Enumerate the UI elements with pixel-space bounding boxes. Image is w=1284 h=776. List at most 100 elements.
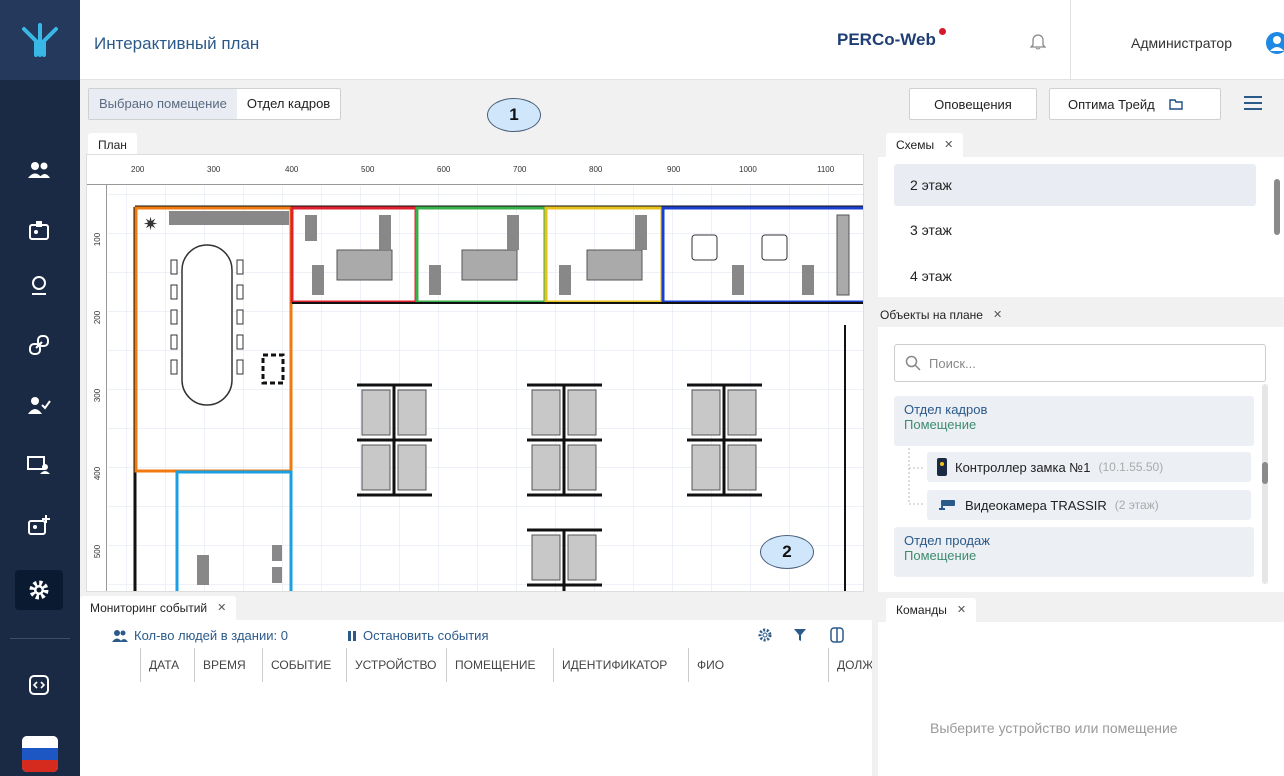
tab-monitoring[interactable]: Мониторинг событий ✕ [80, 596, 237, 620]
close-icon[interactable]: ✕ [217, 596, 226, 620]
column-header[interactable]: ФИО [688, 648, 732, 682]
device-detail: (2 этаж) [1114, 498, 1159, 512]
columns-icon[interactable] [830, 627, 844, 646]
brand-logo: PERCo-Web [837, 30, 936, 49]
commands-empty-message: Выберите устройство или помещение [930, 720, 1178, 736]
controller-icon [937, 458, 947, 476]
sidebar-item-visitors[interactable] [15, 265, 63, 305]
close-icon[interactable]: ✕ [944, 133, 953, 157]
notifications-button[interactable]: Оповещения [909, 88, 1037, 120]
sidebar-item-people[interactable] [15, 150, 63, 190]
tab-commands-label: Команды [896, 603, 947, 617]
sidebar-divider [10, 638, 70, 639]
tab-schemes[interactable]: Схемы ✕ [886, 133, 964, 157]
sidebar-item-settings[interactable] [15, 570, 63, 610]
settings-gear-icon[interactable] [758, 628, 772, 645]
monitor-user-icon [27, 456, 50, 474]
pause-icon [348, 630, 356, 641]
stop-events-label: Остановить события [363, 628, 489, 643]
scrollbar-track [1262, 384, 1268, 584]
floor-plan-drawing: ✷ [108, 186, 863, 591]
camera-icon [939, 500, 955, 510]
tree-device-camera[interactable]: Видеокамера TRASSIR (2 этаж) [927, 490, 1251, 520]
people-count-label: Кол-во людей в здании: 0 [134, 628, 288, 643]
scheme-item[interactable]: 3 этаж [894, 209, 1256, 251]
callout-2: 2 [760, 535, 814, 569]
logo[interactable] [0, 0, 80, 80]
language-flag-icon[interactable] [22, 736, 58, 772]
tree-device-controller[interactable]: Контроллер замка №1 (10.1.55.50) [927, 452, 1251, 482]
selection-label: Выбрано помещение [89, 89, 237, 119]
search-input[interactable]: Поиск... [894, 344, 1266, 382]
floor-plan[interactable]: 200 300 400 500 600 700 800 900 1000 110… [86, 154, 864, 592]
sidebar-item-add-badge[interactable] [15, 505, 63, 545]
close-icon[interactable]: ✕ [993, 303, 1002, 327]
device-name: Контроллер замка №1 [955, 459, 1091, 475]
device-detail: (10.1.55.50) [1098, 460, 1164, 474]
tab-objects[interactable]: Объекты на плане ✕ [870, 303, 1013, 327]
badge-icon [29, 221, 49, 240]
page-title: Интерактивный план [94, 34, 260, 53]
column-header[interactable]: УСТРОЙСТВО [346, 648, 444, 682]
selection-value: Отдел кадров [246, 96, 331, 111]
people-icon [112, 629, 128, 642]
header-divider [1070, 0, 1071, 80]
sidebar-item-api[interactable] [15, 665, 63, 705]
column-header[interactable]: ДАТА [140, 648, 187, 682]
column-header[interactable]: ПОМЕЩЕНИЕ [446, 648, 544, 682]
brand-dot [939, 28, 946, 35]
avatar[interactable] [1266, 32, 1284, 54]
column-header[interactable]: ВРЕМЯ [194, 648, 254, 682]
scrollbar[interactable] [1262, 462, 1268, 484]
close-icon[interactable]: ✕ [957, 598, 966, 622]
room-name: Отдел продаж [904, 533, 990, 548]
logo-icon [22, 23, 58, 57]
gear-icon [29, 580, 49, 600]
schemes-panel: 2 этаж 3 этаж 4 этаж [878, 157, 1284, 297]
sidebar-item-monitoring[interactable] [15, 445, 63, 485]
badge-add-icon [28, 515, 50, 535]
column-header[interactable]: ИДЕНТИФИКАТОР [553, 648, 675, 682]
column-header[interactable]: ДОЛЖ [828, 648, 872, 682]
user-name[interactable]: Администратор [1131, 35, 1232, 51]
sidebar [0, 0, 80, 776]
room-name: Отдел кадров [904, 402, 988, 417]
scrollbar[interactable] [1274, 179, 1280, 235]
bell-icon[interactable] [1029, 32, 1047, 53]
tree-room-sales[interactable]: Отдел продаж Помещение [894, 527, 1254, 577]
selection-indicator: Выбрано помещение Отдел кадров [88, 88, 342, 120]
people-count: Кол-во людей в здании: 0 [112, 628, 288, 643]
tab-monitoring-label: Мониторинг событий [90, 601, 208, 615]
folder-icon [1168, 99, 1183, 110]
filter-icon[interactable] [794, 628, 806, 645]
user-check-icon [28, 397, 51, 414]
sidebar-item-access[interactable] [15, 325, 63, 365]
search-icon [905, 355, 921, 371]
company-selector[interactable]: Оптима Трейд [1049, 88, 1221, 120]
tab-objects-label: Объекты на плане [880, 308, 983, 322]
search-placeholder: Поиск... [929, 355, 976, 371]
stop-events-button[interactable]: Остановить события [347, 628, 489, 643]
callout-1: 1 [487, 98, 541, 132]
tab-commands[interactable]: Команды ✕ [886, 598, 977, 622]
sidebar-item-attendance[interactable] [15, 385, 63, 425]
link-icon [29, 335, 49, 355]
room-type: Помещение [904, 417, 977, 432]
company-label: Оптима Трейд [1068, 96, 1155, 112]
room-type: Помещение [904, 548, 977, 563]
people-icon [28, 162, 50, 178]
tab-schemes-label: Схемы [896, 138, 935, 152]
sidebar-item-badges[interactable] [15, 210, 63, 250]
scheme-item[interactable]: 4 этаж [894, 255, 1256, 297]
svg-text:✷: ✷ [143, 214, 158, 234]
commands-panel [878, 622, 1284, 776]
visitor-icon [32, 276, 46, 295]
monitoring-panel [80, 620, 872, 776]
header: Интерактивный план PERCo-Web Администрат… [80, 0, 1284, 80]
code-icon [29, 675, 49, 695]
tree-room-hr[interactable]: Отдел кадров Помещение [894, 396, 1254, 446]
column-header[interactable]: СОБЫТИЕ [262, 648, 339, 682]
scheme-item[interactable]: 2 этаж [894, 164, 1256, 206]
device-name: Видеокамера TRASSIR [965, 497, 1107, 513]
hamburger-menu-icon[interactable] [1242, 93, 1266, 117]
